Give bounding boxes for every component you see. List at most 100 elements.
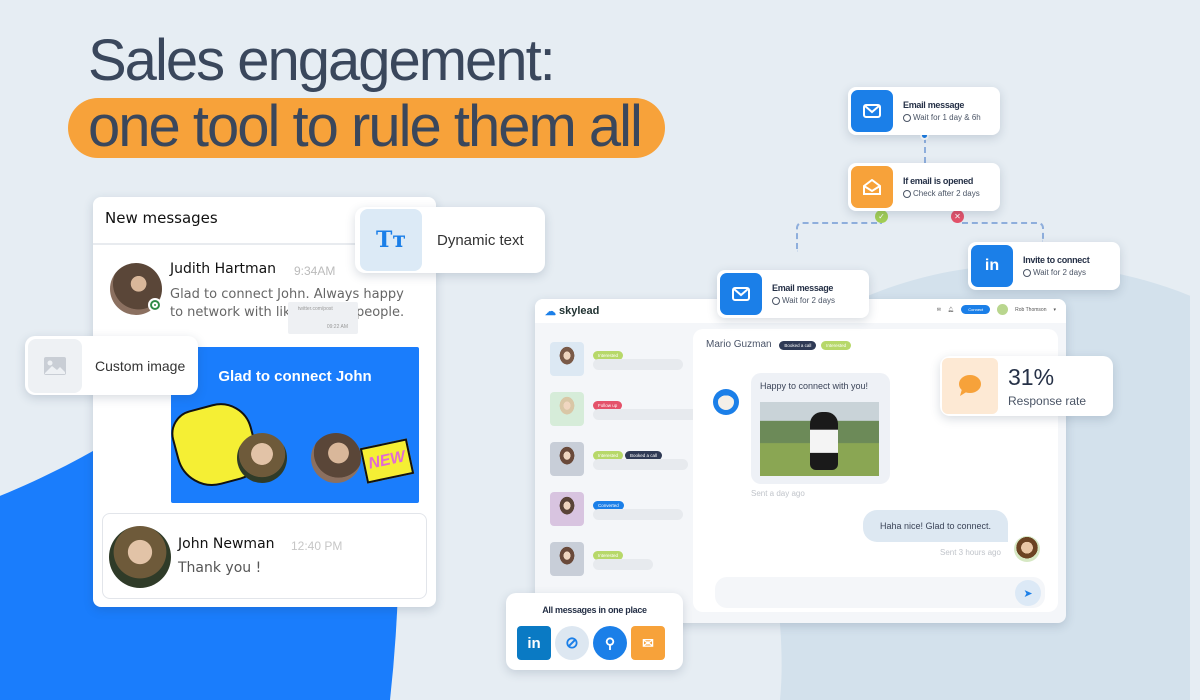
incoming-message: Happy to connect with you! [751, 373, 890, 484]
dog [810, 412, 838, 470]
tooltip-url: twitter.com/post [298, 306, 333, 312]
connect-button[interactable]: Connect [961, 305, 991, 314]
message-preview-placeholder [593, 559, 653, 570]
message-text: Thank you ! [178, 560, 262, 576]
bell-icon[interactable]: 🔔︎ [948, 307, 954, 313]
contact-item[interactable]: Converted [550, 492, 690, 532]
contact-avatar [550, 342, 584, 376]
step-title: Email message [772, 283, 834, 293]
workflow-connector [796, 222, 882, 252]
tag-booked: Booked a call [779, 341, 817, 350]
chat-bubble-icon [942, 358, 998, 414]
custom-image-card: Custom image [25, 336, 198, 395]
logo-text: skylead [559, 305, 600, 317]
new-sticker: NEW [359, 438, 415, 484]
chevron-down-icon[interactable]: ▾ [1053, 307, 1056, 313]
linkedin-icon: in [971, 245, 1013, 287]
feature-label: Custom image [95, 357, 186, 374]
step-delay: Wait for 2 days [1033, 268, 1087, 277]
online-status-icon [148, 298, 162, 312]
workflow-connector [962, 222, 1044, 242]
response-rate-value: 31% [1008, 364, 1055, 390]
contact-item[interactable]: Follow up [550, 392, 698, 432]
message-card-john[interactable]: John Newman 12:40 PM Thank you ! [102, 513, 427, 599]
envelope-icon [851, 90, 893, 132]
contact-avatar [550, 542, 584, 576]
message-meta: Sent a day ago [751, 489, 805, 498]
custom-image-preview: Glad to connect John NEW [171, 347, 419, 503]
mail-icon[interactable]: ✉ [937, 307, 941, 313]
contact-name: Mario Guzman [706, 339, 772, 350]
user-avatar [1014, 536, 1040, 562]
image-icon [28, 338, 82, 393]
step-delay: Check after 2 days [913, 189, 980, 198]
user-avatar[interactable] [997, 304, 1009, 315]
workflow-connector [924, 137, 926, 163]
outgoing-message: Haha nice! Glad to connect. [863, 510, 1008, 542]
response-rate-label: Response rate [1008, 394, 1087, 408]
workflow-step-email-2[interactable]: Email message Wait for 2 days [717, 270, 869, 318]
message-time: 12:40 PM [291, 539, 343, 553]
contact-item[interactable]: Interested Booked a call [550, 442, 690, 482]
hero-subtitle: one tool to rule them all [88, 94, 643, 159]
contact-avatar [550, 442, 584, 476]
search-user-icon[interactable]: ⚲ [593, 626, 627, 660]
message-input[interactable]: ➤ [715, 577, 1045, 608]
skylead-logo: ☁ skylead [545, 305, 599, 318]
envelope-icon [720, 273, 762, 315]
message-meta: Sent 3 hours ago [940, 548, 1001, 557]
user-name[interactable]: Rob Thomson [1015, 307, 1046, 313]
avatar-john [109, 526, 171, 588]
step-title: Email message [903, 100, 965, 110]
chat-contact-name: Mario Guzman Booked a call Interested [706, 339, 853, 350]
yes-branch-icon: ✓ [875, 210, 888, 223]
all-messages-card: All messages in one place in ⊘ ⚲ ✉ [506, 593, 683, 670]
sender-name: Judith Hartman [170, 261, 277, 277]
clock-icon [1023, 268, 1031, 277]
tooltip-time: 09:22 AM [326, 324, 348, 330]
response-rate-card: 31% Response rate [940, 356, 1113, 416]
step-title: If email is opened [903, 176, 974, 186]
message-preview-placeholder [593, 359, 683, 370]
hero-title: Sales engagement: [88, 28, 556, 93]
dynamic-text-card: Tт Dynamic text [355, 207, 545, 273]
avatar-john [237, 433, 287, 483]
dog-image [760, 402, 879, 476]
clock-icon [903, 189, 911, 198]
text-format-icon: Tт [360, 209, 422, 271]
tag-interested: Interested [821, 341, 852, 350]
workflow-step-email[interactable]: Email message Wait for 1 day & 6h [848, 87, 1000, 135]
email-icon[interactable]: ✉ [631, 626, 665, 660]
compass-icon[interactable]: ⊘ [555, 626, 589, 660]
skylead-app-window: ☁ skylead ✉ 🔔︎ Connect Rob Thomson ▾ Inte… [535, 299, 1066, 623]
send-button[interactable]: ➤ [1015, 580, 1041, 606]
contact-avatar [550, 392, 584, 426]
open-envelope-icon [851, 166, 893, 208]
card-title: All messages in one place [542, 605, 647, 615]
linkedin-icon[interactable]: in [517, 626, 551, 660]
clock-icon [903, 113, 911, 122]
feature-label: Dynamic text [437, 231, 524, 249]
link-preview-tooltip: twitter.com/post 09:22 AM [288, 302, 358, 334]
cloud-icon: ☁ [545, 305, 556, 318]
contact-item[interactable]: Interested [550, 542, 690, 582]
message-preview-placeholder [593, 509, 683, 520]
image-caption: Glad to connect John [218, 368, 372, 385]
contact-item[interactable]: Interested [550, 342, 690, 382]
step-delay: Wait for 2 days [782, 296, 836, 305]
avatar-judith [311, 433, 361, 483]
send-icon: ➤ [1023, 587, 1033, 600]
clock-icon [772, 296, 780, 305]
contact-avatar [713, 389, 739, 415]
message-preview-placeholder [593, 459, 688, 470]
no-branch-icon: ✕ [951, 210, 964, 223]
step-delay: Wait for 1 day & 6h [913, 113, 981, 122]
message-time: 9:34AM [294, 264, 336, 278]
workflow-step-condition[interactable]: If email is opened Check after 2 days [848, 163, 1000, 211]
sender-name: John Newman [178, 536, 275, 552]
workflow-step-linkedin[interactable]: in Invite to connect Wait for 2 days [968, 242, 1120, 290]
contact-avatar [550, 492, 584, 526]
message-preview-placeholder [593, 409, 698, 420]
step-title: Invite to connect [1023, 255, 1090, 265]
message-text: Happy to connect with you! [760, 381, 869, 391]
